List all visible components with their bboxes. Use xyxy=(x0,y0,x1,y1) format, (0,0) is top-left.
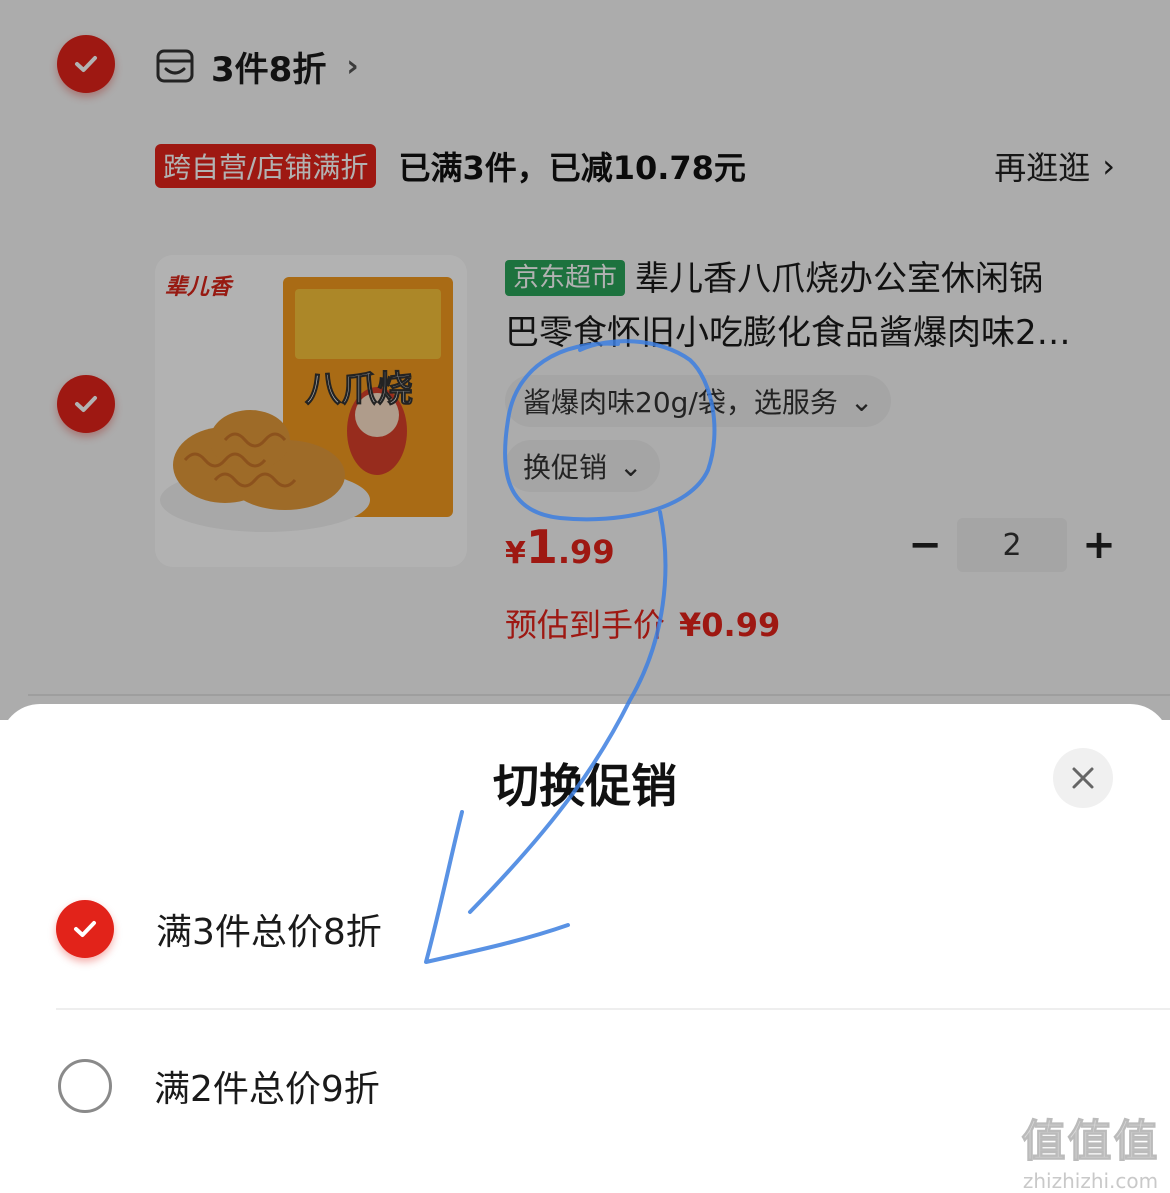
sheet-title: 切换促销 xyxy=(493,759,677,813)
check-icon xyxy=(74,921,96,937)
radio-unselected[interactable] xyxy=(58,1059,112,1113)
radio-selected[interactable] xyxy=(56,900,114,958)
watermark-url: zhizhizhi.com xyxy=(1022,1169,1159,1193)
close-button[interactable] xyxy=(1053,748,1113,808)
promotion-option-label: 满3件总价8折 xyxy=(156,912,382,953)
watermark: 值值值 zhizhizhi.com xyxy=(1018,1105,1163,1193)
switch-promotion-sheet: 切换促销 满3件总价8折 满2件总价9折 xyxy=(0,704,1170,1188)
divider xyxy=(56,1008,1170,1010)
promotion-option[interactable]: 满3件总价8折 xyxy=(56,879,1170,979)
promotion-option[interactable]: 满2件总价9折 xyxy=(56,1036,1170,1136)
close-icon xyxy=(1072,767,1094,789)
watermark-logo: 值值值 xyxy=(1021,1116,1160,1168)
modal-overlay[interactable] xyxy=(0,0,1170,720)
promotion-option-label: 满2件总价9折 xyxy=(154,1069,380,1110)
